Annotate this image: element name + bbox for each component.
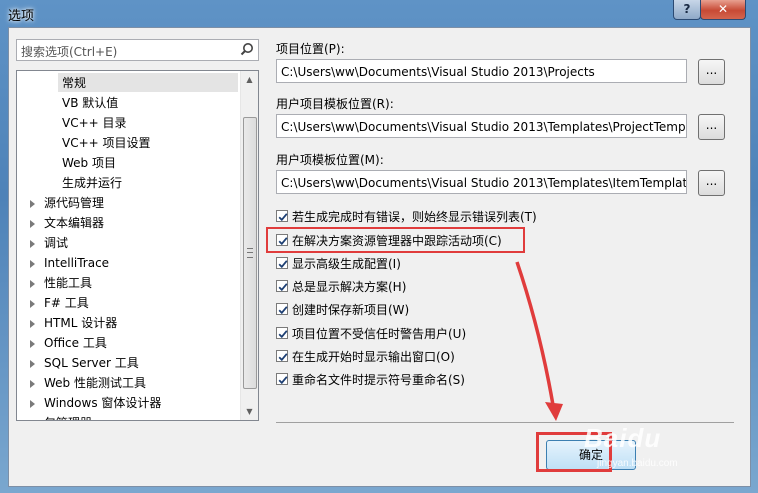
annotation-arrow-icon (515, 261, 563, 421)
options-dialog: 选项 ? ✕ 搜索选项(Ctrl+E) 常规 VB 默认值 VC++ 目录 VC++ … (0, 0, 758, 493)
